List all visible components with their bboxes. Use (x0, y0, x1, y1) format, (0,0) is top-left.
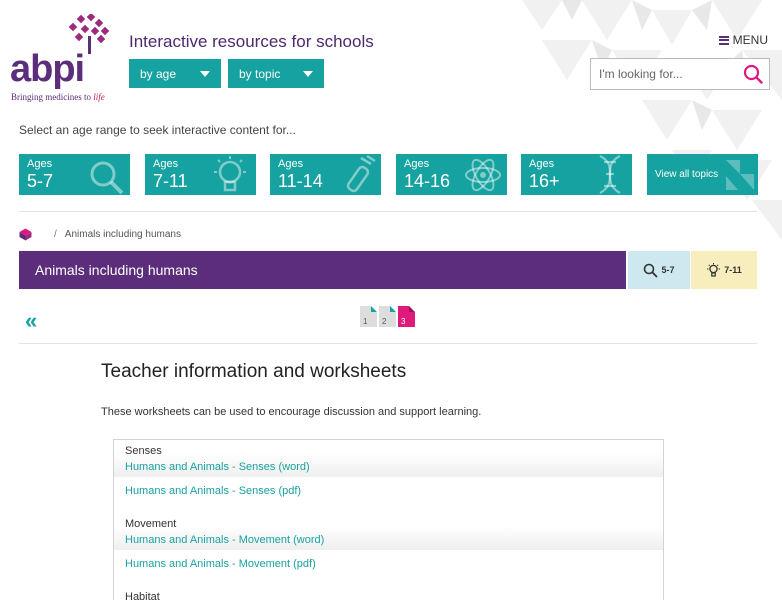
breadcrumb-current: Animals including humans (64, 229, 181, 240)
dna-icon (599, 155, 621, 194)
by-age-dropdown[interactable]: by age (129, 59, 221, 88)
age-badge-label: 5-7 (661, 265, 675, 275)
section-description: These worksheets can be used to encourag… (101, 406, 482, 418)
divider (19, 211, 757, 212)
age-tile-14-16[interactable]: Ages 14-16 (396, 154, 507, 195)
page-1[interactable]: 1 (360, 306, 377, 327)
age-tile-small-label: Ages (529, 158, 555, 170)
worksheet-link[interactable]: Humans and Animals - Senses (pdf) (125, 485, 301, 497)
abpi-logo[interactable]: abpi Bringing medicines to life (10, 14, 110, 106)
chevron-down-icon (200, 71, 210, 77)
chevron-down-icon (303, 71, 313, 77)
age-tile-5-7[interactable]: Ages 5-7 (19, 154, 130, 195)
group-title-habitat: Habitat (125, 591, 160, 600)
age-tiles: Ages 5-7 Ages 7-11 Ages 11-14 Ages 14-16… (19, 154, 758, 195)
grid-icon (726, 160, 754, 190)
age-tile-range: 5-7 (27, 171, 54, 191)
age-tile-small-label: Ages (404, 158, 430, 170)
age-tile-small-label: Ages (278, 158, 304, 170)
atom-icon (465, 158, 501, 192)
search-input[interactable] (591, 59, 736, 89)
age-badge-7-11[interactable]: 7-11 (691, 251, 757, 289)
site-title: Interactive resources for schools (129, 32, 374, 51)
age-tile-7-11[interactable]: Ages 7-11 (145, 154, 256, 195)
breadcrumb-separator: / (54, 229, 57, 240)
age-range-intro: Select an age range to seek interactive … (19, 123, 296, 137)
page-2[interactable]: 2 (379, 306, 396, 327)
age-tile-small-label: Ages (153, 158, 179, 170)
page-3[interactable]: 3 (398, 306, 415, 327)
pagination: 1 2 3 (360, 306, 415, 327)
worksheet-link[interactable]: Humans and Animals - Movement (pdf) (125, 558, 316, 570)
logo-wordmark: abpi (10, 48, 85, 90)
magnifier-icon (90, 161, 124, 195)
search-box (590, 58, 770, 90)
back-arrow-icon[interactable]: « (25, 308, 37, 334)
view-all-topics-label: View all topics (655, 169, 719, 180)
age-tile-16-plus[interactable]: Ages 16+ (521, 154, 632, 195)
by-topic-dropdown[interactable]: by topic (228, 59, 324, 88)
age-tile-range: 14-16 (404, 171, 451, 191)
menu-label: MENU (732, 33, 768, 47)
menu-button[interactable]: MENU (718, 33, 768, 47)
hamburger-icon (718, 35, 729, 45)
view-all-topics-tile[interactable]: View all topics (647, 154, 758, 195)
age-tile-11-14[interactable]: Ages 11-14 (270, 154, 381, 195)
search-icon[interactable] (743, 64, 763, 84)
site-header: abpi Bringing medicines to life Interact… (0, 0, 782, 110)
lightbulb-icon (214, 156, 246, 192)
by-age-label: by age (140, 67, 177, 81)
divider (19, 343, 757, 344)
age-badge-5-7[interactable]: 5-7 (628, 251, 690, 289)
section-heading: Teacher information and worksheets (101, 361, 407, 382)
age-tile-range: 7-11 (153, 171, 188, 191)
age-tile-small-label: Ages (27, 158, 53, 170)
breadcrumb: / Animals including humans (19, 228, 181, 241)
worksheets-panel: Senses Humans and Animals - Senses (word… (113, 439, 664, 600)
test-tube-icon (346, 154, 376, 193)
home-icon[interactable] (19, 228, 32, 241)
age-badge-label: 7-11 (724, 265, 742, 275)
group-title-senses: Senses (125, 445, 162, 457)
worksheet-link[interactable]: Humans and Animals - Senses (word) (125, 461, 310, 473)
age-tile-range: 11-14 (278, 171, 323, 191)
by-topic-label: by topic (239, 67, 281, 81)
page-title: Animals including humans (19, 251, 626, 289)
lightbulb-icon (707, 262, 721, 277)
group-title-movement: Movement (125, 518, 177, 530)
logo-tagline: Bringing medicines to life (11, 92, 105, 102)
worksheet-link[interactable]: Humans and Animals - Movement (word) (125, 534, 324, 546)
age-tile-range: 16+ (529, 171, 560, 191)
magnifier-icon (644, 263, 659, 278)
